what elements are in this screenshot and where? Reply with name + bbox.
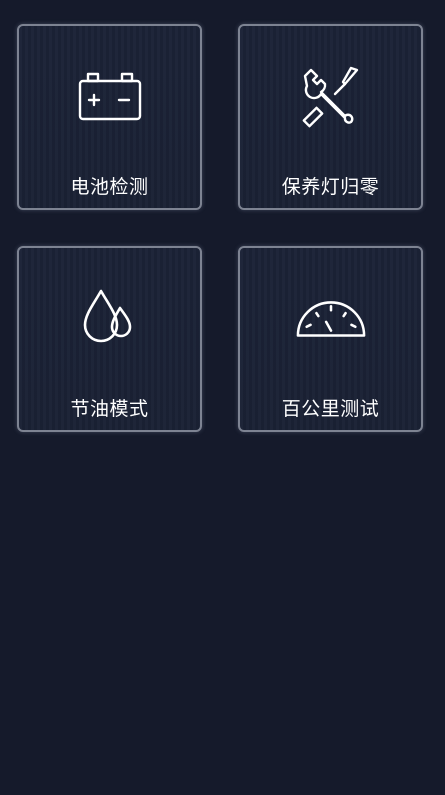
zero-to-hundred-test-tile[interactable]: 百公里测试 <box>238 246 423 432</box>
tile-label: 保养灯归零 <box>281 176 380 198</box>
maintenance-light-reset-tile[interactable]: 保养灯归零 <box>238 24 423 210</box>
battery-icon <box>74 64 146 128</box>
tile-label: 百公里测试 <box>281 398 380 420</box>
tile-label: 节油模式 <box>70 398 149 420</box>
battery-test-tile[interactable]: 电池检测 <box>17 24 202 210</box>
tile-label: 电池检测 <box>70 176 149 198</box>
fuel-saving-mode-tile[interactable]: 节油模式 <box>17 246 202 432</box>
speedometer-icon <box>295 286 367 350</box>
fuel-drops-icon <box>74 286 146 350</box>
wrench-screwdriver-icon <box>295 64 367 128</box>
